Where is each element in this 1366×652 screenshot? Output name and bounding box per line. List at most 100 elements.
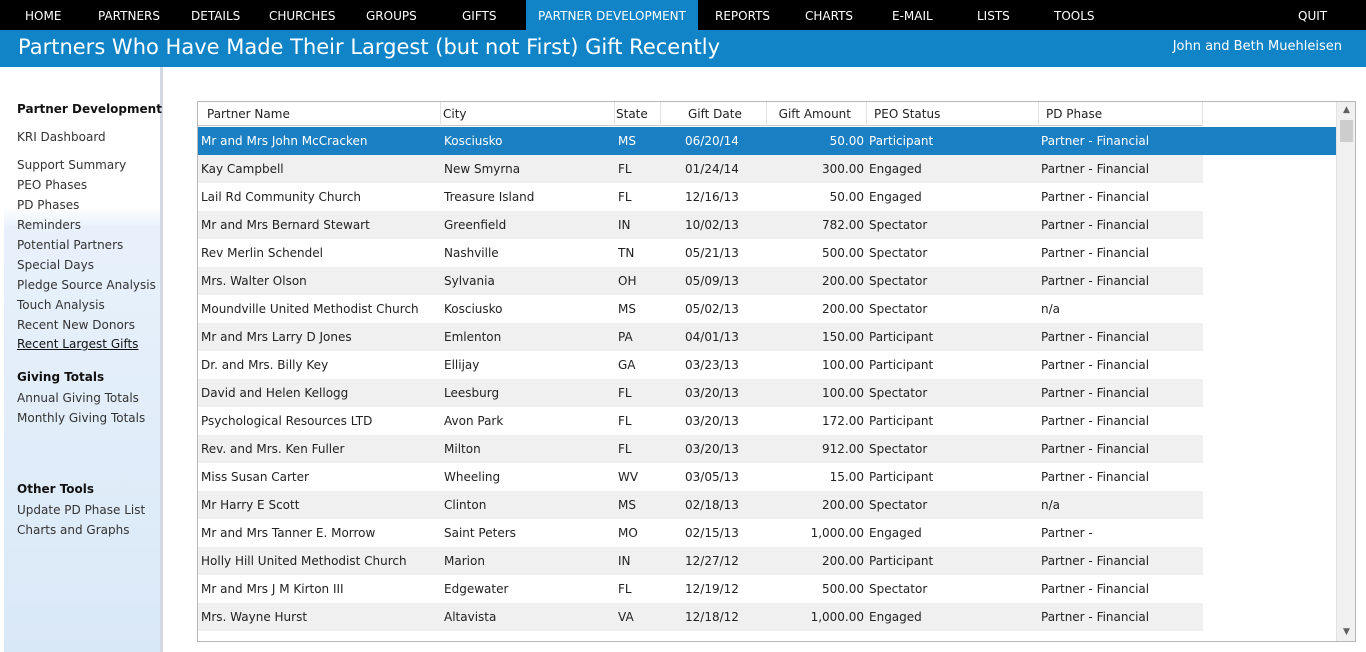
sidebar-item-pledge-source-analysis[interactable]: Pledge Source Analysis xyxy=(17,278,156,292)
sidebar-item-pd-phases[interactable]: PD Phases xyxy=(17,198,79,212)
cell-gift-amount: 100.00 xyxy=(822,358,864,372)
sidebar-item-kri-dashboard[interactable]: KRI Dashboard xyxy=(17,130,106,144)
cell-peo-status: Engaged xyxy=(869,190,922,204)
cell-peo-status: Spectator xyxy=(869,582,928,596)
cell-city: Emlenton xyxy=(444,330,502,344)
column-header-state[interactable]: State xyxy=(615,102,661,126)
cell-city: New Smyrna xyxy=(444,162,521,176)
cell-gift-date: 03/20/13 xyxy=(685,386,739,400)
scroll-up-icon[interactable]: ▲ xyxy=(1337,102,1355,119)
cell-state: IN xyxy=(618,554,631,568)
sidebar-item-annual-giving-totals[interactable]: Annual Giving Totals xyxy=(17,391,139,405)
table-row[interactable]: Mr and Mrs J M Kirton III Edgewater FL 12/1… xyxy=(198,575,1203,603)
table-row[interactable]: Kay Campbell New Smyrna FL 01/24/14 300.00 En… xyxy=(198,155,1203,183)
cell-peo-status: Spectator xyxy=(869,302,928,316)
column-header-peo-status[interactable]: PEO Status xyxy=(867,102,1039,126)
cell-partner-name: Psychological Resources LTD xyxy=(201,414,373,428)
sidebar-item-reminders[interactable]: Reminders xyxy=(17,218,81,232)
cell-city: Kosciusko xyxy=(444,134,503,148)
table-row[interactable]: Mr and Mrs Bernard Stewart Greenfield IN 10… xyxy=(198,211,1203,239)
cell-state: FL xyxy=(618,190,632,204)
cell-city: Altavista xyxy=(444,610,497,624)
sidebar-item-peo-phases[interactable]: PEO Phases xyxy=(17,178,87,192)
cell-peo-status: Spectator xyxy=(869,498,928,512)
table-row[interactable]: Mrs. Walter Olson Sylvania OH 05/09/13 200.0… xyxy=(198,267,1203,295)
nav-gifts[interactable]: GIFTS xyxy=(462,0,496,30)
cell-gift-date: 03/20/13 xyxy=(685,442,739,456)
column-header-pd-phase[interactable]: PD Phase xyxy=(1039,102,1203,126)
cell-state: MS xyxy=(618,498,636,512)
cell-gift-amount: 500.00 xyxy=(822,246,864,260)
table-row[interactable]: Mr and Mrs John McCracken Kosciusko MS 06/2… xyxy=(198,127,1336,155)
partners-grid: Partner Name City State Gift Date Gift A… xyxy=(197,101,1356,642)
cell-pd-phase: n/a xyxy=(1041,302,1061,316)
column-header-gift-amount[interactable]: Gift Amount xyxy=(767,102,867,126)
sidebar-item-update-pd-phase-list[interactable]: Update PD Phase List xyxy=(17,503,145,517)
table-row[interactable]: Lail Rd Community Church Treasure Island F… xyxy=(198,183,1203,211)
table-row[interactable]: Rev. and Mrs. Ken Fuller Milton FL 03/20/13… xyxy=(198,435,1203,463)
cell-state: MS xyxy=(618,302,636,316)
table-row[interactable]: David and Helen Kellogg Leesburg FL 03/20/1… xyxy=(198,379,1203,407)
table-row[interactable]: Mr and Mrs Larry D Jones Emlenton PA 04/01/… xyxy=(198,323,1203,351)
nav-email[interactable]: E-MAIL xyxy=(892,0,933,30)
column-header-city[interactable]: City xyxy=(441,102,615,126)
cell-partner-name: Mr Harry E Scott xyxy=(201,498,300,512)
cell-pd-phase: Partner - Financial xyxy=(1041,330,1150,344)
table-row[interactable]: Rev Merlin Schendel Nashville TN 05/21/13 50… xyxy=(198,239,1203,267)
nav-tools[interactable]: TOOLS xyxy=(1054,0,1095,30)
top-nav: HOME PARTNERS DETAILS CHURCHES GROUPS GI… xyxy=(0,0,1366,30)
user-name: John and Beth Muehleisen xyxy=(1172,39,1342,54)
nav-charts[interactable]: CHARTS xyxy=(805,0,853,30)
cell-pd-phase: Partner - Financial xyxy=(1041,610,1150,624)
nav-quit[interactable]: QUIT xyxy=(1298,0,1327,30)
cell-city: Milton xyxy=(444,442,481,456)
sidebar-item-monthly-giving-totals[interactable]: Monthly Giving Totals xyxy=(17,411,145,425)
sidebar-item-touch-analysis[interactable]: Touch Analysis xyxy=(17,298,105,312)
sidebar-item-charts-and-graphs[interactable]: Charts and Graphs xyxy=(17,523,130,537)
cell-state: FL xyxy=(618,582,632,596)
nav-groups[interactable]: GROUPS xyxy=(366,0,417,30)
sidebar-item-potential-partners[interactable]: Potential Partners xyxy=(17,238,123,252)
nav-home[interactable]: HOME xyxy=(25,0,61,30)
cell-pd-phase: Partner - Financial xyxy=(1041,386,1150,400)
cell-peo-status: Participant xyxy=(869,358,934,372)
sidebar-item-recent-largest-gifts[interactable]: Recent Largest Gifts xyxy=(17,337,138,351)
table-row[interactable]: Mrs. Wayne Hurst Altavista VA 12/18/12 1,000… xyxy=(198,603,1203,631)
cell-gift-amount: 782.00 xyxy=(822,218,864,232)
table-row[interactable]: Moundville United Methodist Church Kosciu… xyxy=(198,295,1203,323)
cell-pd-phase: Partner - Financial xyxy=(1041,582,1150,596)
cell-city: Avon Park xyxy=(444,414,504,428)
cell-pd-phase: Partner - Financial xyxy=(1041,218,1150,232)
nav-partners[interactable]: PARTNERS xyxy=(98,0,160,30)
nav-churches[interactable]: CHURCHES xyxy=(269,0,336,30)
nav-reports[interactable]: REPORTS xyxy=(715,0,770,30)
table-row[interactable]: Dr. and Mrs. Billy Key Ellijay GA 03/23/13 1… xyxy=(198,351,1203,379)
cell-gift-amount: 100.00 xyxy=(822,386,864,400)
cell-partner-name: David and Helen Kellogg xyxy=(201,386,349,400)
table-row[interactable]: Psychological Resources LTD Avon Park FL 03… xyxy=(198,407,1203,435)
cell-city: Clinton xyxy=(444,498,487,512)
cell-gift-amount: 200.00 xyxy=(822,554,864,568)
cell-partner-name: Mr and Mrs Bernard Stewart xyxy=(201,218,370,232)
table-row[interactable]: Miss Susan Carter Wheeling WV 03/05/13 15.00… xyxy=(198,463,1203,491)
column-header-partner-name[interactable]: Partner Name xyxy=(198,102,441,126)
scroll-thumb[interactable] xyxy=(1340,120,1353,142)
nav-lists[interactable]: LISTS xyxy=(977,0,1010,30)
cell-gift-date: 05/02/13 xyxy=(685,302,739,316)
table-row[interactable]: Holly Hill United Methodist Church Marion… xyxy=(198,547,1203,575)
table-row[interactable]: Mr and Mrs Tanner E. Morrow Saint Peters M… xyxy=(198,519,1203,547)
cell-state: FL xyxy=(618,442,632,456)
cell-partner-name: Dr. and Mrs. Billy Key xyxy=(201,358,329,372)
cell-partner-name: Moundville United Methodist Church xyxy=(201,302,419,316)
nav-details[interactable]: DETAILS xyxy=(191,0,240,30)
sidebar-item-special-days[interactable]: Special Days xyxy=(17,258,94,272)
cell-state: MO xyxy=(618,526,638,540)
vertical-scrollbar[interactable]: ▲ ▼ xyxy=(1336,102,1355,641)
sidebar-item-recent-new-donors[interactable]: Recent New Donors xyxy=(17,318,135,332)
scroll-down-icon[interactable]: ▼ xyxy=(1337,624,1355,641)
sidebar-item-support-summary[interactable]: Support Summary xyxy=(17,158,126,172)
column-header-gift-date[interactable]: Gift Date xyxy=(661,102,767,126)
table-row[interactable]: Mr Harry E Scott Clinton MS 02/18/13 200.00 S… xyxy=(198,491,1203,519)
cell-gift-amount: 15.00 xyxy=(829,470,864,484)
nav-partner-development[interactable]: PARTNER DEVELOPMENT xyxy=(526,0,698,30)
